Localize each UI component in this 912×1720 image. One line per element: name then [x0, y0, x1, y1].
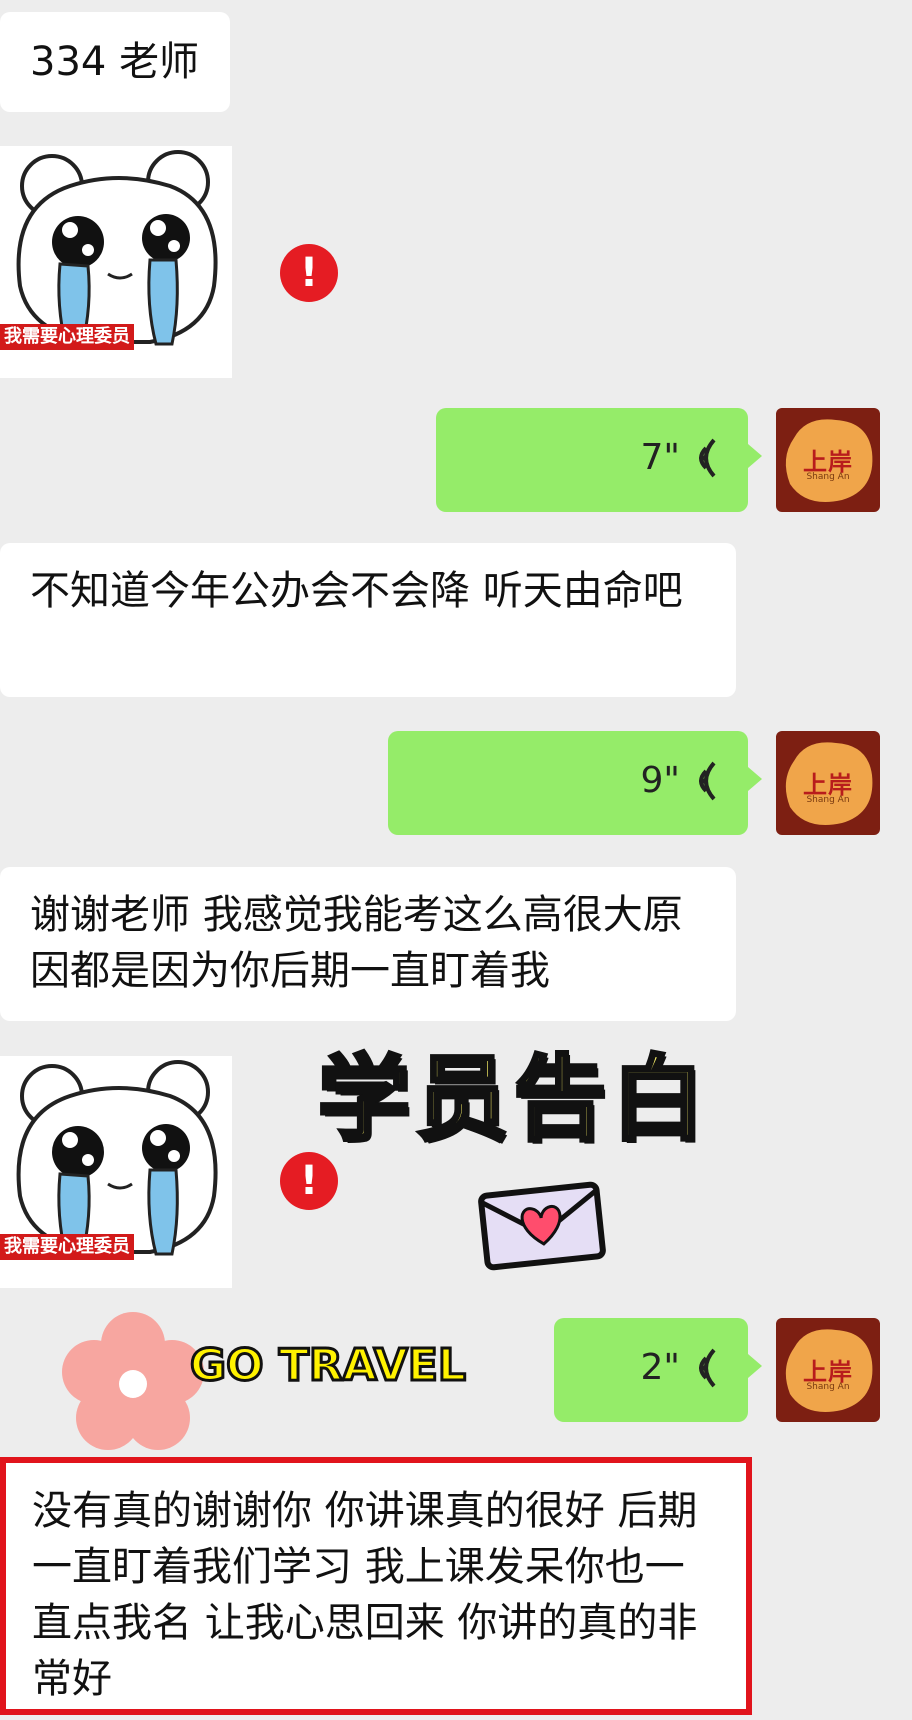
voice-message-2[interactable]: 9" — [388, 731, 762, 835]
love-letter-icon — [478, 1181, 606, 1271]
avatar[interactable]: 上岸 Shang An — [776, 408, 880, 512]
bubble-tail — [748, 444, 762, 468]
crying-bear-sticker[interactable]: 我需要心理委员 — [0, 146, 232, 378]
voice-duration: 9" — [640, 760, 680, 801]
avatar[interactable]: 上岸 Shang An — [776, 731, 880, 835]
message-text: 不知道今年公办会不会降 听天由命吧 — [30, 568, 683, 614]
voice-wave-icon — [699, 438, 716, 478]
message-bubble[interactable]: 谢谢老师 我感觉我能考这么高很大原因都是因为你后期一直盯着我 — [0, 867, 736, 1021]
sticker-caption: 我需要心理委员 — [0, 324, 134, 350]
voice-message-1[interactable]: 7" — [436, 408, 762, 512]
bubble-tail — [748, 767, 762, 791]
flower-icon — [62, 1312, 204, 1450]
message-text: 没有真的谢谢你 你讲课真的很好 后期一直盯着我们学习 我上课发呆你也一直点我名 … — [32, 1488, 698, 1702]
warning-icon[interactable]: ! — [280, 244, 338, 302]
crying-bear-sticker[interactable]: 我需要心理委员 — [0, 1056, 232, 1288]
avatar-sublabel: Shang An — [806, 1382, 850, 1392]
sticker-caption: 我需要心理委员 — [0, 1234, 134, 1260]
message-bubble[interactable]: 不知道今年公办会不会降 听天由命吧 — [0, 543, 736, 697]
warning-icon[interactable]: ! — [280, 1152, 338, 1210]
message-bubble-334-teacher[interactable]: 334 老师 — [0, 12, 230, 112]
voice-wave-icon — [699, 761, 716, 801]
voice-wave-icon — [699, 1348, 716, 1388]
highlighted-message-bubble[interactable]: 没有真的谢谢你 你讲课真的很好 后期一直盯着我们学习 我上课发呆你也一直点我名 … — [0, 1457, 752, 1715]
message-text: 334 老师 — [30, 39, 200, 85]
avatar-sublabel: Shang An — [806, 795, 850, 805]
headline-overlay: 学员告白 — [316, 1044, 711, 1155]
bubble-tail — [748, 1354, 762, 1378]
voice-duration: 7" — [640, 437, 680, 478]
avatar[interactable]: 上岸 Shang An — [776, 1318, 880, 1422]
avatar-sublabel: Shang An — [806, 472, 850, 482]
go-travel-tag: GO TRAVEL — [189, 1339, 468, 1393]
voice-duration: 2" — [640, 1347, 680, 1388]
voice-message-3[interactable]: 2" — [554, 1318, 762, 1422]
message-text: 谢谢老师 我感觉我能考这么高很大原因都是因为你后期一直盯着我 — [30, 892, 683, 994]
